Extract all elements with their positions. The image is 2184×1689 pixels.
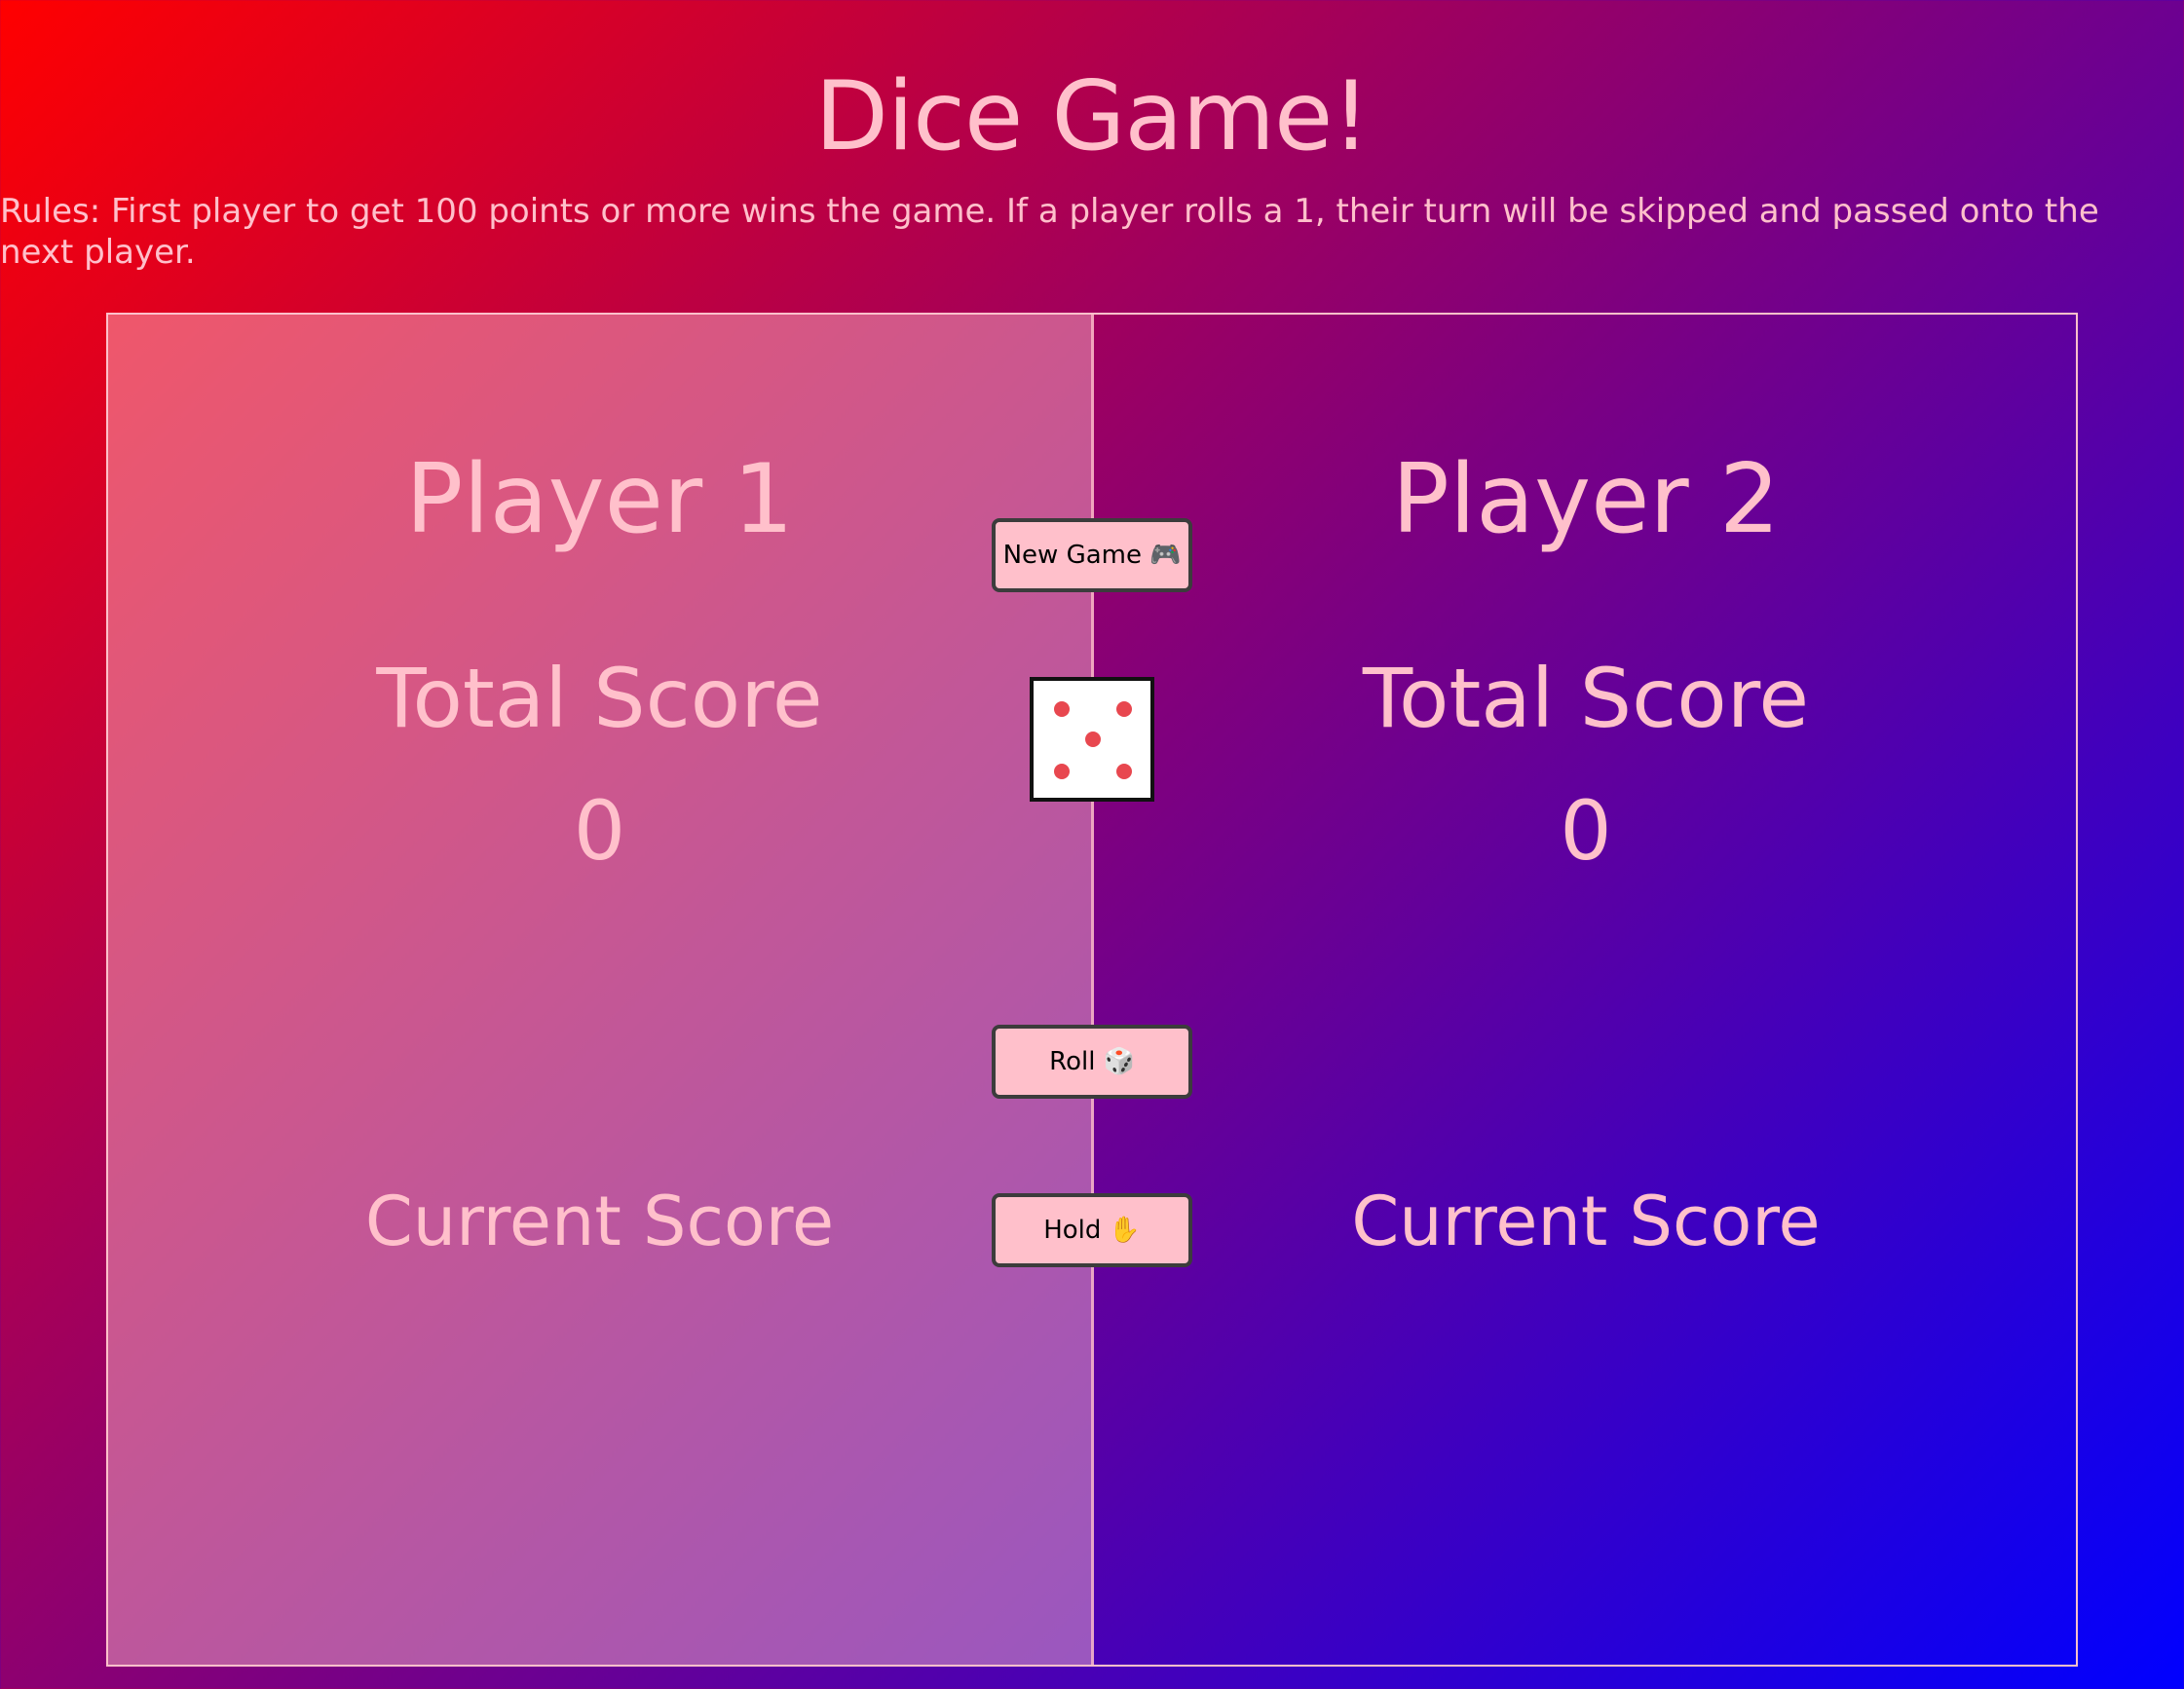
new-game-button[interactable]: New Game 🎮 [992,518,1192,592]
dice-pip [1085,732,1101,747]
dice-face [1030,677,1154,802]
player-2-current-label: Current Score [1351,1182,1821,1261]
rules-text: Rules: First player to get 100 points or… [0,192,2099,272]
player-1-total-score: 0 [573,783,626,879]
roll-button[interactable]: Roll 🎲 [992,1025,1192,1099]
player-2-name: Player 2 [1391,444,1781,555]
gamepad-icon: 🎮 [1149,541,1182,570]
game-board: Player 1 Total Score 0 Current Score 5 P… [106,313,2078,1689]
dice-pip [1116,701,1132,717]
hold-label: Hold [1043,1216,1102,1245]
player-1-name: Player 1 [405,444,794,555]
player-2-panel: Player 2 Total Score 0 Current Score 0 [1094,315,2078,1689]
hold-button[interactable]: Hold ✋ [992,1193,1192,1267]
player-1-current-label: Current Score [364,1182,835,1261]
player-2-total-label: Total Score [1362,651,1810,746]
new-game-label: New Game [1002,541,1142,570]
dice-pip [1054,701,1070,717]
page-title: Dice Game! [814,61,1370,172]
player-1-current-score: 5 [108,1678,1091,1689]
dice-pip [1116,764,1132,779]
player-1-total-label: Total Score [376,651,823,746]
player-2-total-score: 0 [1560,783,1612,879]
dice-pip [1054,764,1070,779]
player-2-current-score: 0 [1094,1678,2078,1689]
player-1-panel: Player 1 Total Score 0 Current Score 5 [108,315,1094,1689]
roll-label: Roll [1049,1047,1096,1076]
raised-hand-icon: ✋ [1109,1216,1141,1245]
dice-icon: 🎲 [1103,1047,1135,1076]
